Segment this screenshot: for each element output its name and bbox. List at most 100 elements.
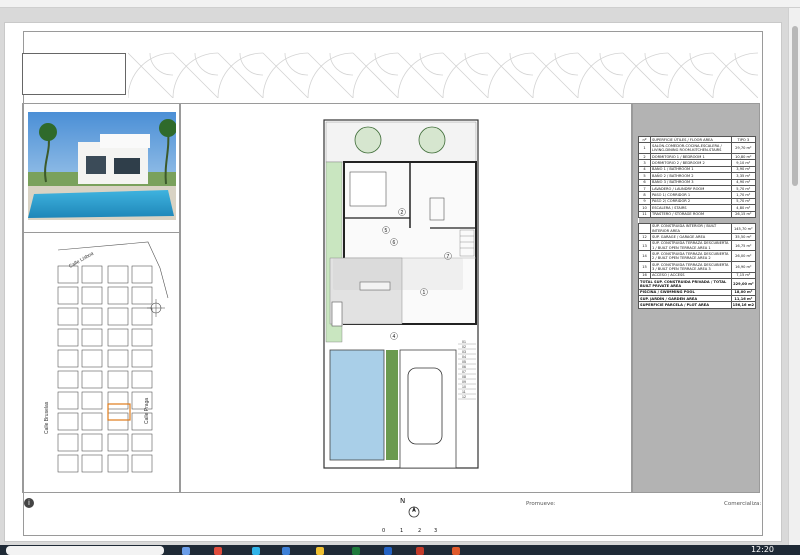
total-desc: SUPERFICIE PARCELA / PLOT AREA bbox=[638, 301, 732, 309]
pattern-arc bbox=[442, 52, 489, 98]
room-number-label: 2 bbox=[401, 210, 404, 216]
table-row: 1 SALÓN-COMEDOR-COCINA-ESCALERA / LIVING-… bbox=[638, 142, 757, 154]
viewer-toolbar bbox=[0, 0, 800, 8]
promueve-label: Promueve: bbox=[526, 501, 556, 507]
site-plot bbox=[81, 286, 103, 305]
street-label-top: Calle Lisboa bbox=[68, 251, 95, 270]
room-desc: SUP. CONSTRUIDA TERRAZA DESCUBIERTA 1 / … bbox=[650, 239, 732, 252]
room-num: 1 bbox=[638, 142, 651, 154]
total-desc: TOTAL SUP. CONSTRUIDA PRIVADA / TOTAL BU… bbox=[638, 278, 732, 290]
site-plot bbox=[57, 370, 79, 389]
site-plot bbox=[57, 286, 79, 305]
site-plot bbox=[131, 307, 153, 326]
taskbar-app-icon[interactable] bbox=[416, 547, 424, 555]
room-num: 15 bbox=[638, 261, 651, 273]
pattern-arc bbox=[262, 52, 309, 98]
scale-tick-2: 2 bbox=[418, 528, 422, 534]
taskbar-clock: 12:20 bbox=[750, 545, 774, 554]
taskbar-app-icon[interactable] bbox=[252, 547, 260, 555]
room-num: 13 bbox=[638, 239, 651, 252]
step-label: 07 bbox=[462, 370, 466, 374]
pattern-arc bbox=[217, 52, 264, 98]
pattern-arc bbox=[667, 52, 714, 98]
pattern-arc bbox=[397, 52, 444, 98]
site-plot bbox=[57, 454, 79, 473]
taskbar-search-box[interactable] bbox=[6, 546, 164, 555]
room-area: 26,00 m² bbox=[730, 250, 757, 263]
taskbar-app-icon[interactable] bbox=[352, 547, 360, 555]
taskbar-app-icon[interactable] bbox=[316, 547, 324, 555]
site-plot bbox=[81, 412, 103, 431]
watermark-logo bbox=[333, 258, 463, 290]
site-plot bbox=[81, 433, 103, 452]
step-label: 02 bbox=[462, 345, 466, 349]
pattern-arc bbox=[487, 52, 534, 98]
step-label: 06 bbox=[462, 365, 466, 369]
step-label: 09 bbox=[462, 380, 466, 384]
scale-tick-1: 1 bbox=[400, 528, 404, 534]
site-plot bbox=[131, 433, 153, 452]
site-plot bbox=[81, 370, 103, 389]
info-icon[interactable]: i bbox=[24, 498, 34, 508]
street-label-left: Calle Bruselas bbox=[44, 401, 50, 434]
site-plot bbox=[107, 412, 129, 431]
room-desc: SUP. CONSTRUIDA TERRAZA DESCUBIERTA 2 / … bbox=[650, 250, 732, 263]
site-plot bbox=[81, 307, 103, 326]
site-plot bbox=[131, 286, 153, 305]
site-plot bbox=[107, 307, 129, 326]
room-desc: SUP. CONSTRUIDA TERRAZA DESCUBIERTA 3 / … bbox=[650, 261, 732, 273]
site-plot bbox=[131, 265, 153, 284]
site-plot bbox=[131, 328, 153, 347]
step-label: 11 bbox=[462, 390, 466, 394]
site-plot bbox=[81, 391, 103, 410]
step-label: 12 bbox=[462, 395, 466, 399]
site-plot bbox=[107, 433, 129, 452]
room-area: 16,90 m² bbox=[730, 261, 757, 273]
taskbar-app-icon[interactable] bbox=[452, 547, 460, 555]
step-label: 10 bbox=[462, 385, 466, 389]
scroll-thumb[interactable] bbox=[792, 26, 798, 186]
site-plot bbox=[107, 265, 129, 284]
site-plot bbox=[57, 328, 79, 347]
site-plot bbox=[107, 349, 129, 368]
site-plot bbox=[107, 370, 129, 389]
taskbar-app-icon[interactable] bbox=[182, 547, 190, 555]
site-plot bbox=[81, 454, 103, 473]
room-area: 29,70 m² bbox=[730, 142, 757, 154]
table-row: 13 SUP. CONSTRUIDA TERRAZA DESCUBIERTA 1 … bbox=[638, 239, 757, 252]
logo-box bbox=[22, 53, 126, 95]
room-number-label: 6 bbox=[393, 240, 396, 246]
room-num: 14 bbox=[638, 250, 651, 263]
pattern-arc bbox=[577, 52, 624, 98]
room-number-label: 4 bbox=[393, 334, 396, 340]
step-label: 08 bbox=[462, 375, 466, 379]
total-row: TOTAL SUP. CONSTRUIDA PRIVADA / TOTAL BU… bbox=[638, 278, 757, 290]
taskbar-app-icon[interactable] bbox=[282, 547, 290, 555]
vertical-scrollbar[interactable] bbox=[788, 8, 800, 545]
site-plot bbox=[107, 328, 129, 347]
taskbar: 12:20 bbox=[0, 545, 800, 555]
site-plot bbox=[107, 286, 129, 305]
room-number-label: 1 bbox=[423, 290, 426, 296]
site-highlight-plot bbox=[107, 403, 131, 421]
taskbar-app-icon[interactable] bbox=[384, 547, 392, 555]
scale-tick-0: 0 bbox=[382, 528, 386, 534]
total-value: 229,00 m² bbox=[730, 278, 757, 290]
pattern-arc bbox=[128, 52, 174, 98]
pattern-arc bbox=[532, 52, 579, 98]
site-plan-map: Calle Lisboa Calle Bruselas Calle Praga bbox=[44, 241, 169, 473]
taskbar-app-icon[interactable] bbox=[214, 547, 222, 555]
site-plot bbox=[131, 349, 153, 368]
room-area: 16,75 m² bbox=[730, 239, 757, 252]
total-value: 156,16 m2 bbox=[730, 301, 757, 309]
street-label-right: Calle Praga bbox=[144, 398, 150, 424]
room-desc: SALÓN-COMEDOR-COCINA-ESCALERA / LIVING-D… bbox=[650, 142, 732, 154]
pattern-arc bbox=[352, 52, 399, 98]
step-label: 05 bbox=[462, 360, 466, 364]
site-plot bbox=[131, 370, 153, 389]
site-plot bbox=[57, 349, 79, 368]
step-label: 03 bbox=[462, 350, 466, 354]
site-plot bbox=[107, 391, 129, 410]
site-plot bbox=[57, 433, 79, 452]
site-plot bbox=[81, 328, 103, 347]
